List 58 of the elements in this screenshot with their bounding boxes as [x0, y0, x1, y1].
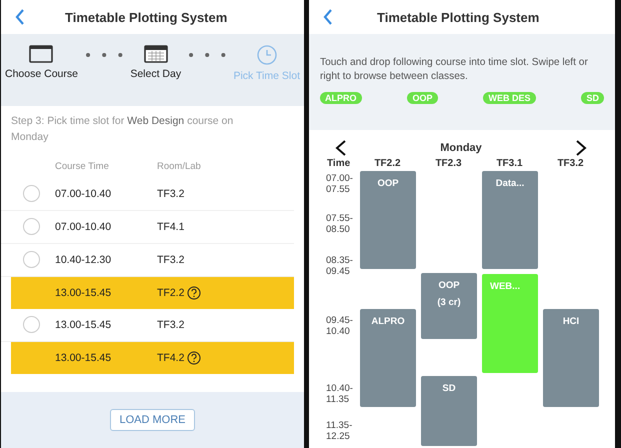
- table-cell: TF4.1: [157, 220, 184, 232]
- table-cell-text: 13.00-15.45: [55, 352, 112, 364]
- instruction-text: Touch and drop following course into time slot. Swipe left or right to browse between classes.: [320, 56, 589, 84]
- column-header: TF2.3: [434, 158, 463, 169]
- calendar-icon: [144, 44, 168, 64]
- radio-button[interactable]: [23, 316, 40, 333]
- radio-button[interactable]: [23, 185, 40, 202]
- help-icon[interactable]: [187, 350, 202, 364]
- column-header: TF2.2: [373, 158, 402, 169]
- table-cell: TF3.2: [157, 188, 184, 200]
- course-block[interactable]: SD: [421, 376, 477, 446]
- time-label: 07.55- 08.50: [326, 213, 353, 236]
- time-slot-row[interactable]: 07.00-10.40 TF3.2: [1, 178, 294, 210]
- course-block[interactable]: ALPRO: [360, 309, 416, 407]
- time-slot-row[interactable]: 07.00-10.40 TF4.1: [1, 210, 294, 244]
- table-cell-text: 10.40-12.30: [55, 254, 112, 266]
- previous-icon[interactable]: [335, 140, 347, 156]
- instruction-text: Step 3: Pick time slot for Web Design course on Monday: [11, 114, 234, 145]
- course-block[interactable]: Data...: [482, 171, 538, 269]
- radio-button[interactable]: [23, 251, 40, 268]
- column-header: Course Time: [55, 161, 110, 172]
- screen-title: Timetable Plotting System: [377, 10, 540, 24]
- back-icon[interactable]: [323, 9, 333, 25]
- next-icon[interactable]: [575, 140, 587, 156]
- step-label[interactable]: Choose Course: [5, 68, 78, 80]
- column-header: Room/Lab: [157, 161, 201, 172]
- clock-icon: [256, 44, 278, 66]
- time-label: 07.00- 07.55: [326, 173, 353, 196]
- dots-icon: [187, 52, 228, 58]
- table-cell: TF3.2: [157, 318, 184, 330]
- time-label: 09.45- 10.40: [326, 315, 353, 338]
- table-cell-text: 07.00-10.40: [55, 188, 112, 200]
- dots-icon: [84, 52, 124, 58]
- time-label: 08.35- 09.45: [326, 255, 353, 278]
- table-cell-text: 13.00-15.45: [55, 286, 112, 298]
- column-header: Time: [327, 158, 352, 169]
- table-cell: TF3.2: [157, 254, 184, 266]
- column-header: TF3.1: [495, 158, 524, 169]
- step-label[interactable]: Select Day: [130, 68, 182, 80]
- load-more-button[interactable]: LOAD MORE: [110, 409, 194, 431]
- radio-button[interactable]: [23, 218, 40, 235]
- time-slot-row[interactable]: 13.00-15.45 TF4.2: [11, 342, 294, 374]
- table-cell: TF2.2: [157, 286, 184, 298]
- day-label: Monday: [440, 142, 482, 154]
- table-cell: TF4.2: [157, 352, 184, 364]
- column-header: TF3.2: [556, 158, 585, 169]
- time-slot-row[interactable]: 13.00-15.45 TF2.2: [11, 276, 294, 308]
- help-icon[interactable]: [187, 286, 202, 300]
- course-block[interactable]: OOP (3 cr): [421, 273, 477, 339]
- window-icon: [29, 44, 54, 64]
- table-cell-text: 07.00-10.40: [55, 220, 112, 232]
- course-block[interactable]: HCI: [543, 309, 599, 407]
- screen-title: Timetable Plotting System: [65, 10, 228, 24]
- table-cell-text: 13.00-15.45: [55, 318, 112, 330]
- course-block[interactable]: OOP: [360, 171, 416, 269]
- time-label: 11.35- 12.25: [326, 420, 352, 443]
- time-label: 10.40- 11.35: [326, 383, 353, 406]
- back-icon[interactable]: [15, 9, 25, 25]
